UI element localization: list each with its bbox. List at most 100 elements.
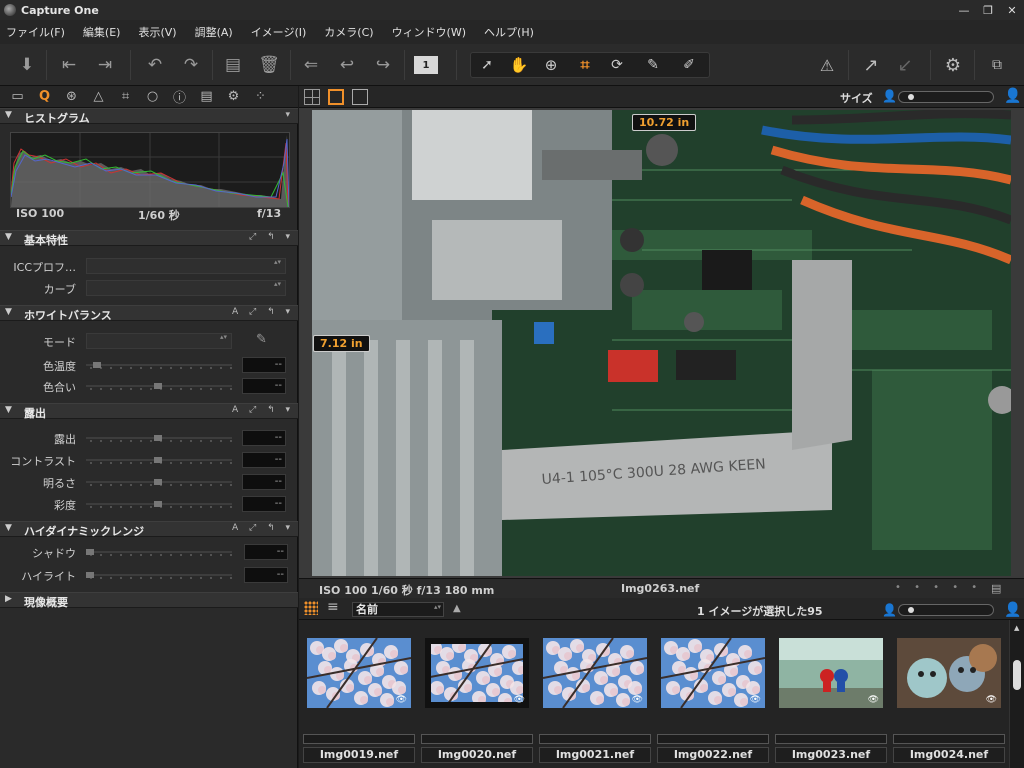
menu-adjust[interactable]: 調整(A): [195, 24, 233, 40]
viewer-list-icon[interactable]: ▤: [991, 582, 1001, 595]
folder-icon[interactable]: ▭: [4, 89, 31, 104]
camera-info-icon[interactable]: ⧉: [984, 52, 1010, 78]
crop-icon[interactable]: ⌗: [572, 52, 598, 78]
pencil-icon[interactable]: ✐: [676, 52, 702, 78]
wb-kelvin-value[interactable]: --: [242, 357, 286, 373]
saturation-slider[interactable]: [86, 497, 232, 511]
preview-eye-icon[interactable]: 👁: [632, 695, 643, 705]
white-balance-header[interactable]: ▼ ホワイトバランス A ⤢ ↰ ▾: [0, 305, 298, 322]
browser-size-slider[interactable]: [898, 604, 994, 616]
crop-tab-icon[interactable]: ⌗: [112, 89, 139, 104]
thumbnail-cell[interactable]: 👁 Img0022.nef: [655, 620, 769, 768]
exposure-header[interactable]: ▼ 露出 A ⤢ ↰ ▾: [0, 403, 298, 420]
proof-view-icon[interactable]: [352, 89, 368, 105]
undo-all-icon[interactable]: ⇐: [298, 52, 324, 78]
saturation-value[interactable]: --: [242, 496, 286, 512]
brightness-value[interactable]: --: [242, 474, 286, 490]
gear-icon[interactable]: ⚙: [220, 89, 247, 104]
thumbnail-image[interactable]: 👁: [897, 638, 1001, 708]
menu-file[interactable]: ファイル(F): [6, 24, 65, 40]
thumbnail-image[interactable]: 👁: [661, 638, 765, 708]
close-button[interactable]: ✕: [1000, 0, 1024, 20]
undo-icon[interactable]: ↩: [334, 52, 360, 78]
preview-eye-icon[interactable]: 👁: [396, 695, 407, 705]
pan-hand-icon[interactable]: ✋: [506, 52, 532, 78]
thumbnail-rating-strip[interactable]: [893, 734, 1005, 744]
grid-view-icon[interactable]: [304, 601, 318, 615]
thumbnail-rating-strip[interactable]: [421, 734, 533, 744]
single-view-toggle-icon[interactable]: [328, 89, 344, 105]
trash-icon[interactable]: 🗑: [256, 52, 282, 78]
menu-window[interactable]: ウィンドウ(W): [392, 24, 466, 40]
redo-icon[interactable]: ↪: [370, 52, 396, 78]
thumbnail-image[interactable]: 👁: [779, 638, 883, 708]
menu-camera[interactable]: カメラ(C): [324, 24, 373, 40]
rotate-tool-icon[interactable]: ⟳: [604, 52, 630, 78]
search-icon[interactable]: ○: [139, 89, 166, 104]
highlight-value[interactable]: --: [244, 567, 288, 583]
menu-image[interactable]: イメージ(I): [251, 24, 307, 40]
browser-scrollbar[interactable]: ▲: [1009, 620, 1024, 768]
thumbnail-cell[interactable]: 👁 Img0020.nef: [419, 620, 533, 768]
preview-eye-icon[interactable]: 👁: [514, 695, 525, 705]
thumbnail-rating-strip[interactable]: [657, 734, 769, 744]
icc-profile-dropdown[interactable]: [86, 258, 286, 274]
export-icon[interactable]: ↗: [858, 52, 884, 78]
move-to-icon[interactable]: ▤: [220, 52, 246, 78]
preview-eye-icon[interactable]: 👁: [868, 695, 879, 705]
menu-view[interactable]: 表示(V): [138, 24, 176, 40]
histogram-header[interactable]: ▼ ヒストグラム ▾: [0, 108, 298, 125]
import-icon[interactable]: ⬇: [14, 52, 40, 78]
thumbnail-rating-strip[interactable]: [303, 734, 415, 744]
wb-tint-slider[interactable]: [86, 379, 232, 393]
warning-icon[interactable]: ⚠: [814, 52, 840, 78]
batch-icon[interactable]: ⁘: [247, 89, 274, 104]
viewer-size-slider[interactable]: [898, 91, 994, 103]
basic-characteristics-header[interactable]: ▼ 基本特性 ⤢ ↰ ▾: [0, 230, 298, 247]
viewer-photo[interactable]: U4-1 105°C 300U 28 AWG KEEN: [312, 110, 1011, 576]
rotate-left-icon[interactable]: ↶: [142, 52, 168, 78]
process-icon[interactable]: ↙: [892, 52, 918, 78]
thumbnail-cell[interactable]: 👁 Img0024.nef: [891, 620, 1005, 768]
contrast-value[interactable]: --: [242, 452, 286, 468]
preview-eye-icon[interactable]: 👁: [986, 695, 997, 705]
thumbnail-cell[interactable]: 👁 Img0021.nef: [537, 620, 651, 768]
exposure-value[interactable]: --: [242, 430, 286, 446]
thumbnail-cell[interactable]: 👁 Img0023.nef: [773, 620, 887, 768]
wb-picker-icon[interactable]: ✎: [256, 332, 267, 347]
shadow-slider[interactable]: [86, 545, 232, 559]
curve-dropdown[interactable]: [86, 280, 286, 296]
list-view-icon[interactable]: ≡: [327, 599, 339, 615]
viewer-page-dots[interactable]: • • • • •: [895, 582, 982, 593]
color-picker-icon[interactable]: ✎: [640, 52, 666, 78]
sort-direction-icon[interactable]: ▲: [453, 603, 461, 614]
shadow-value[interactable]: --: [244, 544, 288, 560]
wb-tint-value[interactable]: --: [242, 378, 286, 394]
menu-edit[interactable]: 編集(E): [83, 24, 121, 40]
contrast-slider[interactable]: [86, 453, 232, 467]
edit-next-icon[interactable]: ⇥: [92, 52, 118, 78]
minimize-button[interactable]: —: [952, 0, 976, 20]
info-icon[interactable]: ⓘ: [166, 87, 193, 106]
edit-previous-icon[interactable]: ⇤: [56, 52, 82, 78]
single-view-icon[interactable]: 1: [414, 56, 438, 74]
settings-icon[interactable]: ⚙: [940, 52, 966, 78]
quick-icon[interactable]: Q: [31, 89, 58, 104]
highlight-slider[interactable]: [86, 568, 232, 582]
thumbnail-rating-strip[interactable]: [775, 734, 887, 744]
rotate-right-icon[interactable]: ↷: [178, 52, 204, 78]
thumbnail-image[interactable]: 👁: [307, 638, 411, 708]
multi-view-icon[interactable]: [304, 89, 320, 105]
thumbnail-image[interactable]: 👁: [425, 638, 529, 708]
brightness-slider[interactable]: [86, 475, 232, 489]
menu-help[interactable]: ヘルプ(H): [484, 24, 534, 40]
hdr-header[interactable]: ▼ ハイダイナミックレンジ A ⤢ ↰ ▾: [0, 521, 298, 538]
develop-overview-header[interactable]: ▶ 現像概要: [0, 592, 298, 609]
color-icon[interactable]: ⊛: [58, 89, 85, 104]
sort-by-dropdown[interactable]: 名前: [352, 602, 444, 617]
preview-eye-icon[interactable]: 👁: [750, 695, 761, 705]
thumbnail-rating-strip[interactable]: [539, 734, 651, 744]
select-cursor-icon[interactable]: ➚: [474, 52, 500, 78]
thumbnail-cell[interactable]: 👁 Img0019.nef: [301, 620, 415, 768]
wb-kelvin-slider[interactable]: [86, 358, 232, 372]
